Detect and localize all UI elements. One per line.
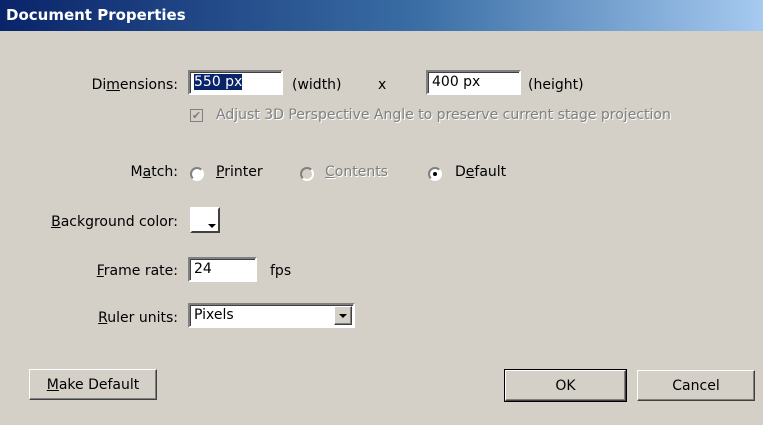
match-label: Match: xyxy=(130,164,178,180)
adjust-3d-label: Adjust 3D Perspective Angle to preserve … xyxy=(216,107,671,123)
radio-selected-dot-icon xyxy=(433,172,437,176)
match-printer-label[interactable]: Printer xyxy=(216,164,263,180)
frame-rate-input[interactable]: 24 xyxy=(188,257,257,282)
ok-button[interactable]: OK xyxy=(504,369,627,402)
match-default-label[interactable]: Default xyxy=(455,164,506,180)
fps-label: fps xyxy=(270,263,292,279)
ruler-units-select[interactable]: Pixels xyxy=(188,303,355,328)
frame-rate-label: Frame rate: xyxy=(96,263,178,279)
height-unit-label: (height) xyxy=(528,77,584,93)
match-contents-radio[interactable] xyxy=(300,167,314,181)
title-bar[interactable]: Document Properties xyxy=(0,0,763,31)
dropdown-arrow-icon xyxy=(208,224,216,228)
background-color-label: Background color: xyxy=(51,214,178,230)
chevron-down-icon xyxy=(339,314,347,318)
times-label: x xyxy=(378,77,387,93)
height-input[interactable]: 400 px xyxy=(426,70,521,95)
match-contents-label[interactable]: Contents xyxy=(325,164,388,180)
cancel-button[interactable]: Cancel xyxy=(637,370,755,401)
window-title: Document Properties xyxy=(6,6,186,24)
adjust-3d-checkbox[interactable]: ✔ xyxy=(190,109,203,122)
background-color-swatch[interactable] xyxy=(190,207,220,233)
width-input[interactable]: 550 px xyxy=(188,70,283,95)
ruler-units-dropdown-button[interactable] xyxy=(334,306,352,325)
checkmark-icon: ✔ xyxy=(191,109,202,122)
ruler-units-value: Pixels xyxy=(194,307,234,323)
dialog-body: Dimensions: 550 px (width) x 400 px (hei… xyxy=(0,31,763,425)
make-default-button[interactable]: Make Default xyxy=(29,369,157,400)
match-printer-radio[interactable] xyxy=(190,167,204,181)
dimensions-label: Dimensions: xyxy=(91,77,178,93)
width-unit-label: (width) xyxy=(292,77,342,93)
ruler-units-label: Ruler units: xyxy=(98,310,178,326)
match-default-radio[interactable] xyxy=(428,167,442,181)
